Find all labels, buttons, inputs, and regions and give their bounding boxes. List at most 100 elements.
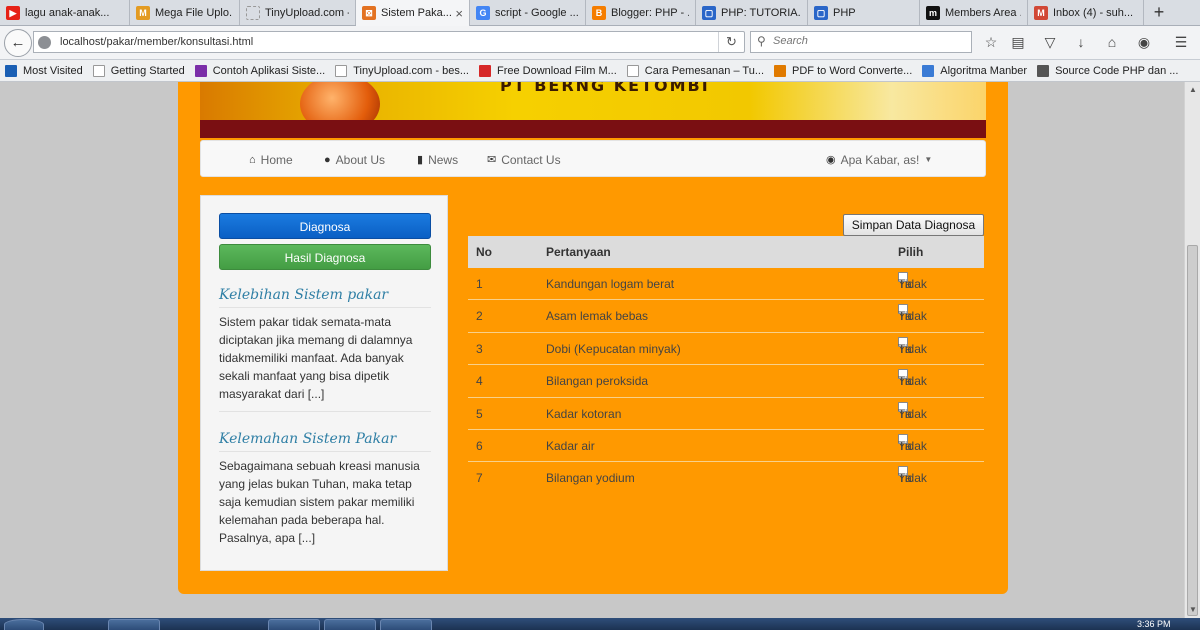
tab-label: Blogger: PHP - ... — [611, 6, 689, 19]
bookmark-label: Source Code PHP dan ... — [1055, 64, 1179, 77]
scroll-down-icon[interactable]: ▼ — [1185, 602, 1200, 618]
table-row: 1 Kandungan logam berat Ya Tidak — [468, 268, 984, 301]
caret-down-icon: ▼ — [924, 155, 933, 164]
hasil-diagnosa-button[interactable]: Hasil Diagnosa — [219, 244, 431, 270]
bookmark-favicon-icon — [1037, 64, 1050, 77]
home-icon: ⌂ — [249, 153, 256, 166]
bookmark-item[interactable]: Most Visited — [0, 64, 88, 77]
header-no: No — [476, 245, 492, 259]
browser-tab[interactable]: Gscript - Google ... — [470, 0, 586, 25]
home-icon[interactable]: ⌂ — [1103, 33, 1121, 51]
reading-list-icon[interactable]: ▤ — [1009, 33, 1027, 51]
bookmark-favicon-icon — [478, 64, 491, 77]
bookmark-label: TinyUpload.com - bes... — [353, 64, 469, 77]
table-row: 5 Kadar kotoran Ya Tidak — [468, 398, 984, 430]
download-icon[interactable]: ↓ — [1072, 33, 1090, 51]
browser-tab[interactable]: M Inbox (4) - suh... — [1028, 0, 1144, 25]
search-bar[interactable]: ⚲ — [750, 31, 972, 53]
browser-tab[interactable]: ⊠ Sistem Paka... × — [356, 0, 470, 26]
bookmark-favicon-icon — [335, 64, 348, 77]
browser-tab[interactable]: B Blogger: PHP - ... — [586, 0, 696, 25]
bookmark-item[interactable]: Source Code PHP dan ... — [1032, 64, 1183, 77]
url-bar[interactable]: localhost/pakar/member/konsultasi.html ↻ — [33, 31, 745, 53]
browser-tab[interactable]: ▢ PHP — [808, 0, 920, 25]
new-tab-icon[interactable]: + — [1144, 0, 1174, 25]
row-number: 5 — [476, 406, 483, 421]
row-question: Kadar kotoran — [546, 406, 622, 421]
back-arrow-icon[interactable]: ← — [4, 29, 32, 57]
site-info-icon[interactable] — [38, 36, 51, 49]
bookmark-favicon-icon — [92, 64, 105, 77]
chat-icon[interactable]: ◉ — [1135, 33, 1153, 51]
row-number: 2 — [476, 309, 483, 324]
table-body: 1 Kandungan logam berat Ya Tidak 2 Asam lemak… — [468, 268, 984, 495]
nav-home[interactable]: ⌂ Home — [249, 141, 293, 178]
bookmark-item[interactable]: Algoritma Manber — [917, 64, 1032, 77]
user-menu-dropdown[interactable]: ◉ Apa Kabar, as! ▼ — [826, 141, 932, 178]
bookmark-label: Cara Pemesanan – Tu... — [644, 64, 765, 77]
pocket-icon[interactable]: ▽ — [1041, 33, 1059, 51]
user-icon: ● — [324, 153, 331, 166]
diagnosa-button[interactable]: Diagnosa — [219, 213, 431, 239]
bookmark-favicon-icon — [774, 64, 787, 77]
browser-tab-bar: ▶ lagu anak-anak... M Mega File Uplo... Tiny… — [0, 0, 1200, 26]
bookmark-label: Free Download Film M... — [496, 64, 617, 77]
table-row: 6 Kadar air Ya Tidak — [468, 430, 984, 463]
nav-about[interactable]: ● About Us — [324, 141, 385, 178]
bookmark-favicon-icon — [626, 64, 639, 77]
bookmark-label: PDF to Word Converte... — [792, 64, 913, 77]
bookmark-label: Contoh Aplikasi Siste... — [212, 64, 326, 77]
taskbar-word[interactable] — [324, 619, 376, 630]
hamburger-menu-icon[interactable]: ☰ — [1172, 33, 1190, 51]
divider — [219, 411, 431, 412]
kelebihan-title[interactable]: Kelebihan Sistem pakar — [219, 287, 388, 303]
tab-favicon-icon: B — [592, 5, 606, 20]
bookmark-item[interactable]: TinyUpload.com - bes... — [330, 64, 474, 77]
scroll-thumb[interactable] — [1187, 245, 1198, 616]
nav-contact[interactable]: ✉ Contact Us — [487, 141, 561, 178]
user-menu-label: Apa Kabar, as! — [840, 152, 920, 167]
taskbar-app[interactable] — [380, 619, 432, 630]
divider — [219, 451, 431, 452]
browser-tab[interactable]: M Mega File Uplo... — [130, 0, 240, 25]
browser-tab[interactable]: m Members Area ... — [920, 0, 1028, 25]
row-number: 7 — [476, 471, 483, 486]
reload-icon[interactable]: ↻ — [718, 32, 744, 52]
bookmark-item[interactable]: Cara Pemesanan – Tu... — [622, 64, 769, 77]
taskbar-firefox[interactable] — [268, 619, 320, 630]
tab-label: Sistem Paka... — [381, 7, 452, 19]
search-input[interactable] — [773, 35, 963, 47]
banner-strip — [200, 120, 986, 138]
bookmark-label: Most Visited — [23, 64, 83, 77]
tab-close-icon[interactable]: × — [451, 6, 463, 21]
table-row: 3 Dobi (Kepucatan minyak) Ya Tidak — [468, 333, 984, 366]
tidak-label: Tidak — [898, 309, 927, 324]
tab-label: PHP: TUTORIA... — [721, 6, 801, 19]
browser-tab[interactable]: TinyUpload.com - ... — [240, 0, 356, 25]
kelemahan-title[interactable]: Kelemahan Sistem Pakar — [219, 431, 396, 447]
row-number: 6 — [476, 438, 483, 453]
nav-home-label: Home — [260, 152, 293, 167]
tab-label: Inbox (4) - suh... — [1053, 6, 1134, 19]
bookmark-item[interactable]: Contoh Aplikasi Siste... — [190, 64, 331, 77]
diagnosis-table: No Pertanyaan Pilih 1 Kandungan logam ber… — [468, 236, 984, 495]
scroll-up-icon[interactable]: ▲ — [1185, 82, 1200, 98]
bookmark-item[interactable]: Getting Started — [88, 64, 190, 77]
tab-favicon-icon: M — [1034, 5, 1048, 20]
vertical-scrollbar[interactable]: ▲ ▼ — [1184, 82, 1200, 618]
tidak-label: Tidak — [898, 374, 927, 389]
nav-news[interactable]: ▮ News — [417, 141, 458, 178]
taskbar-clock: 3:36 PM — [1137, 619, 1171, 629]
start-button[interactable] — [4, 619, 44, 630]
tab-favicon-icon: ⊠ — [362, 6, 376, 20]
nav-contact-label: Contact Us — [501, 152, 561, 167]
bookmark-favicon-icon — [922, 64, 935, 77]
simpan-data-diagnosa-button[interactable]: Simpan Data Diagnosa — [843, 214, 984, 236]
star-icon[interactable]: ☆ — [982, 33, 1000, 51]
browser-tab[interactable]: ▶ lagu anak-anak... — [0, 0, 130, 25]
divider — [219, 307, 431, 308]
bookmark-item[interactable]: Free Download Film M... — [474, 64, 622, 77]
browser-tab[interactable]: ▢ PHP: TUTORIA... — [696, 0, 808, 25]
taskbar-explorer[interactable] — [108, 619, 160, 630]
bookmark-item[interactable]: PDF to Word Converte... — [769, 64, 917, 77]
